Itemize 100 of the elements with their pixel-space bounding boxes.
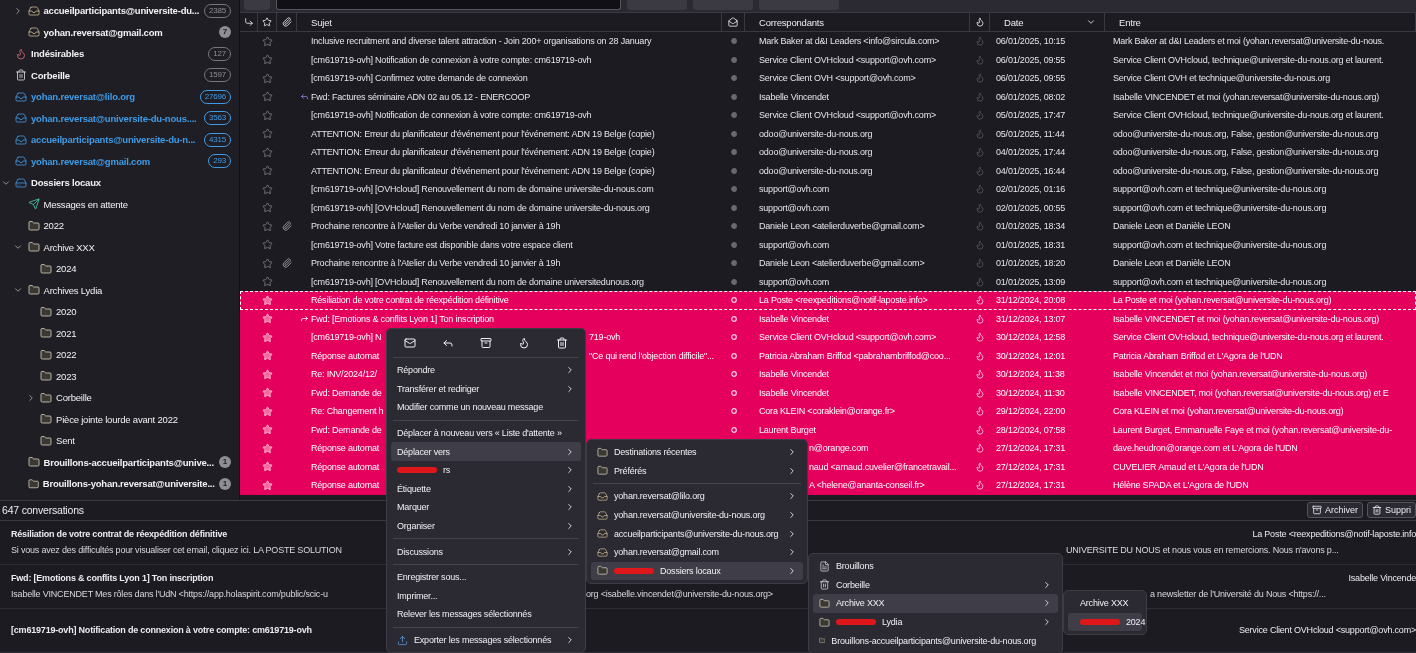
star-icon[interactable] — [262, 461, 273, 473]
menu-item[interactable]: Marquer — [391, 498, 581, 517]
menu-item[interactable]: Relever les messages sélectionnés — [391, 605, 581, 624]
star-icon[interactable] — [262, 387, 273, 399]
star-icon[interactable] — [262, 331, 273, 343]
dot-icon[interactable] — [730, 75, 737, 82]
column-header[interactable]: Correspondants — [745, 13, 970, 31]
star-icon[interactable] — [262, 257, 273, 269]
star-icon[interactable] — [262, 368, 273, 380]
dot-icon[interactable] — [730, 204, 737, 211]
folder-item[interactable]: 2024 — [0, 258, 239, 280]
menu-item[interactable]: Dossiers locaux — [591, 561, 803, 581]
dot-icon[interactable] — [730, 278, 737, 285]
folder-item[interactable]: Archives Lydia — [0, 279, 239, 301]
dot-icon[interactable] — [730, 260, 737, 267]
archive-button[interactable]: Archiver — [1306, 502, 1363, 519]
reply-icon[interactable] — [442, 337, 454, 349]
dot-icon[interactable] — [730, 167, 737, 174]
star-icon[interactable] — [262, 202, 273, 214]
menu-item[interactable]: Imprimer... — [391, 586, 581, 606]
message-row[interactable]: ATTENTION: Erreur du planificateur d'événement pour l'événement: ADN 19 Belge (copie) odoo@universite-du-nous.org 05/01/2025, 11:44 odoo@universite-du-nous.org, False, gestion@universite-du-nous.org — [240, 124, 1416, 143]
folder-item[interactable]: Corbeille 1597 — [0, 64, 239, 86]
mail-icon[interactable] — [404, 337, 416, 349]
column-header[interactable]: Entre — [1105, 13, 1416, 31]
message-subject[interactable]: Résiliation de votre contrat de réexpédition définitive — [11, 529, 228, 540]
delete-button[interactable]: Suppri — [1367, 502, 1416, 519]
star-icon[interactable] — [262, 54, 273, 66]
message-row[interactable]: Fwd: [Emotions & conflits Lyon 1] Ton inscription Isabelle Vincendet 31/12/2024, 13:07 Isabelle VINCENDET et moi (yohan.reversat@universite-du-nous.org) — [240, 309, 1416, 328]
column-header[interactable]: Date — [990, 13, 1105, 31]
folder-item[interactable]: Corbeille — [0, 387, 239, 409]
star-icon[interactable] — [262, 479, 273, 491]
message-row[interactable]: [cm619719-ovh] [OVHcloud] Renouvellement du nom de domaine universite-du-nous.org support@ovh.com 02/01/2025, 00:55 support@ovh.com et technique@universite-du-nous.org — [240, 198, 1416, 217]
folder-item[interactable]: Pièce jointe lourde avant 2022 — [0, 408, 239, 430]
dot-icon[interactable] — [730, 241, 737, 248]
folder-item[interactable]: Dossiers locaux — [0, 172, 239, 194]
message-row[interactable]: [cm619719-ovh] Votre facture est disponible dans votre espace client support@ovh.com 01/01/2025, 18:31 support@ovh.com et technique@universite-du-nous.org — [240, 235, 1416, 254]
folder-item[interactable]: accueilparticipants@universite-du... 2385 — [0, 0, 239, 22]
archive-icon[interactable] — [480, 337, 492, 349]
message-row[interactable]: [cm619719-ovh] Confirmez votre demande de connexion Service Client OVH <support@ovh.com> 06/01/2025, 09:55 Service Client OVH et technique@universite-du-nous.org — [240, 69, 1416, 88]
message-row[interactable]: [cm619719-ovh] [OVHcloud] Renouvellement du nom de domaine universite-du-nous.com support@ovh.com 02/01/2025, 01:16 support@ovh.com et technique@universite-du-nous.org — [240, 180, 1416, 199]
dot-icon[interactable] — [730, 149, 737, 156]
star-icon[interactable] — [262, 350, 273, 362]
folder-item[interactable]: Brouillons-accueilparticipants@unive... 1 — [0, 451, 239, 473]
folder-item[interactable]: yohan.reversat@universite-du-nous.... 3563 — [0, 107, 239, 129]
dot-icon[interactable] — [730, 186, 737, 193]
menu-item[interactable]: Enregistrer sous... — [391, 567, 581, 587]
folder-item[interactable]: Messages en attente — [0, 193, 239, 215]
message-row[interactable]: [cm619719-ovh] [OVHcloud] Renouvellement du nom de domaine universitedunous.org support@ovh.com 01/01/2025, 13:09 support@ovh.com et technique@universite-du-nous.org — [240, 272, 1416, 291]
folder-item[interactable]: Indésirables 127 — [0, 43, 239, 65]
dot-icon[interactable] — [730, 93, 737, 100]
menu-item[interactable]: Brouillons — [813, 557, 1058, 576]
star-icon[interactable] — [262, 220, 273, 232]
paperclip-icon[interactable] — [281, 17, 292, 27]
message-row[interactable]: Fwd: Factures séminaire ADN 02 au 05.12 - ENERCOOP Isabelle Vincendet 06/01/2025, 08:02 Isabelle VINCENDET et moi (yohan.reversat@universite-du-nous.org) — [240, 87, 1416, 106]
star-icon[interactable] — [262, 109, 273, 121]
star-icon[interactable] — [262, 91, 273, 103]
folder-item[interactable]: 2022 — [0, 344, 239, 366]
message-subject[interactable]: [cm619719-ovh] Notification de connexion à votre compte: cm619719-ovh — [11, 625, 312, 636]
trash-icon[interactable] — [556, 337, 568, 349]
message-row[interactable]: [cm619719-ovh] Notification de connexion à votre compte: cm619719-ovh Service Client OVHcloud <support@ovh.com> 05/01/2025, 17:47 Service Client OVHcloud, technique@universite-du-nous.org et laurent. — [240, 106, 1416, 125]
menu-item[interactable]: Archive XXX — [813, 594, 1058, 613]
folder-item[interactable]: yohan.reversat@gmail.com 293 — [0, 150, 239, 172]
folder-item[interactable]: Archive XXX — [0, 236, 239, 258]
menu-item[interactable]: Lydia — [813, 612, 1058, 632]
menu-item[interactable]: Corbeille — [813, 575, 1058, 595]
star-icon[interactable] — [262, 276, 273, 288]
dot-icon[interactable] — [730, 130, 737, 137]
star-icon[interactable] — [262, 72, 273, 84]
star-icon[interactable] — [262, 405, 273, 417]
message-row[interactable]: Prochaine rencontre à l'Atelier du Verbe vendredi 10 janvier à 19h Daniele Leon <atelierduverbe@gmail.com> 01/01/2025, 18:20 Daniele Leon et Danièle LEON — [240, 254, 1416, 273]
menu-item[interactable]: Discussions — [391, 542, 581, 561]
menu-item[interactable]: yohan.reversat@gmail.com — [591, 542, 803, 562]
dot-icon[interactable] — [730, 38, 737, 45]
mail-icon[interactable] — [728, 17, 738, 27]
message-row[interactable]: ATTENTION: Erreur du planificateur d'événement pour l'événement: ADN 19 Belge (copie) odoo@universite-du-nous.org 04/01/2025, 16:44 odoo@universite-du-nous.org, False, gestion@universite-du-nous.org — [240, 161, 1416, 180]
menu-item[interactable]: Brouillons-accueilparticipants@universite-du-nous.org — [813, 631, 1058, 650]
chevron-right-icon[interactable] — [13, 5, 23, 16]
message-subject[interactable]: Fwd: [Emotions & conflits Lyon 1] Ton inscription — [11, 573, 214, 584]
flame-icon[interactable] — [974, 17, 985, 27]
folder-item[interactable]: accueilparticipants@universite-du-n... 4315 — [0, 129, 239, 151]
thread-icon[interactable] — [243, 17, 254, 27]
folder-item[interactable]: 2021 — [0, 322, 239, 344]
folder-item[interactable]: 2022 — [0, 215, 239, 237]
star-icon[interactable] — [262, 128, 273, 140]
dot-icon[interactable] — [730, 56, 737, 63]
message-row[interactable]: Prochaine rencontre à l'Atelier du Verbe vendredi 10 janvier à 19h Daniele Leon <atelierduverbe@gmail.com> 01/01/2025, 18:34 Daniele Leon et Danièle LEON — [240, 217, 1416, 236]
folder-item[interactable]: 2023 — [0, 365, 239, 387]
menu-item[interactable]: Déplacer vers — [391, 442, 581, 461]
menu-item[interactable]: Organiser — [391, 516, 581, 536]
star-icon[interactable] — [262, 35, 273, 47]
sort-icon[interactable] — [1086, 17, 1096, 27]
column-header[interactable]: Sujet — [297, 13, 722, 31]
folder-item[interactable]: yohan.reversat@gmail.com 7 — [0, 21, 239, 43]
message-row[interactable]: ATTENTION: Erreur du planificateur d'événement pour l'événement: ADN 19 Belge (copie) odoo@universite-du-nous.org 04/01/2025, 17:44 odoo@universite-du-nous.org, False, gestion@universite-du-nous.org — [240, 143, 1416, 162]
menu-item[interactable]: Exporter les messages sélectionnés — [391, 630, 581, 650]
star-icon[interactable] — [262, 294, 273, 306]
star-icon[interactable] — [262, 424, 273, 436]
star-icon[interactable] — [262, 146, 273, 158]
star-icon[interactable] — [262, 313, 273, 325]
flame-icon[interactable] — [518, 337, 530, 349]
